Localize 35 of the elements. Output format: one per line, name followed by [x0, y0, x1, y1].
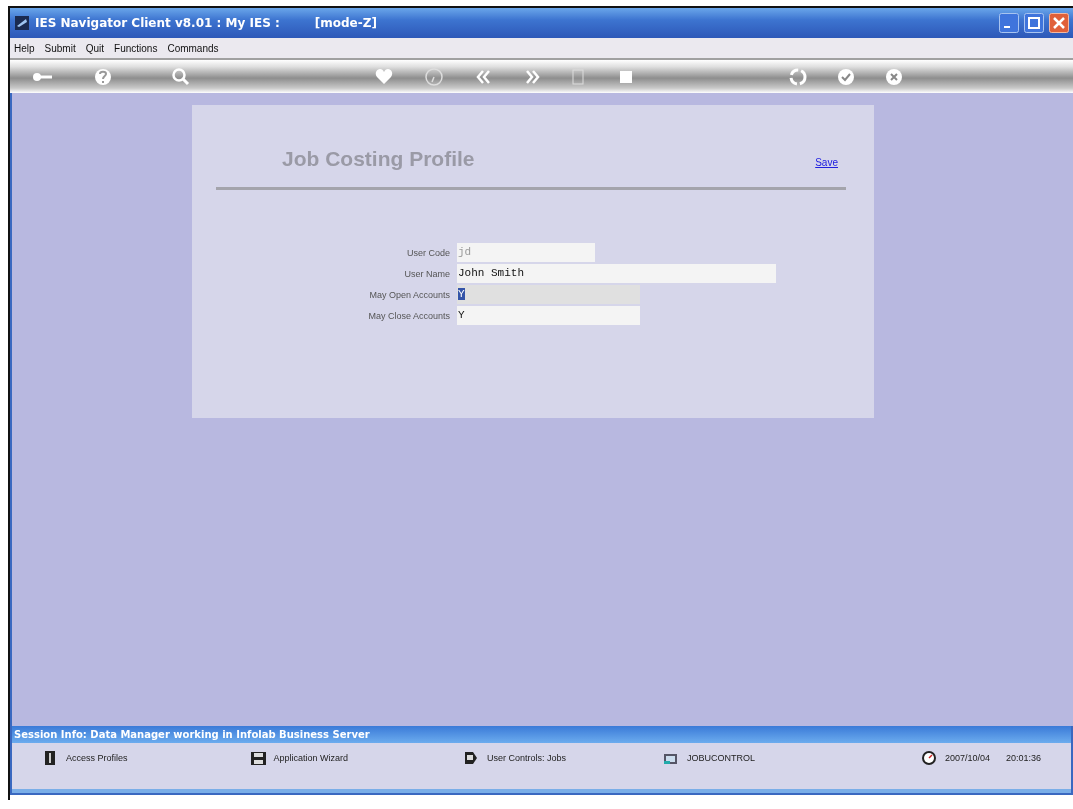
field-label: User Code — [405, 247, 451, 258]
status-time: 20:01:36 — [1005, 753, 1041, 763]
input-field[interactable]: Y — [457, 285, 640, 304]
status-item[interactable]: Access Profiles — [66, 753, 128, 763]
status-item[interactable]: User Controls: Jobs — [487, 753, 567, 763]
cancel-icon[interactable] — [884, 66, 904, 87]
status-date: 2007/10/04 — [944, 753, 990, 763]
window-title: IES Navigator Client v8.01 : My IES : — [35, 16, 280, 30]
input-field[interactable]: John Smith — [457, 264, 776, 283]
recycle-icon[interactable] — [788, 66, 808, 87]
field-label: May Close Accounts — [367, 310, 451, 321]
field-label: User Name — [403, 268, 451, 279]
book-icon[interactable] — [42, 750, 58, 766]
session-info: Session Info: Data Manager working in Infolab Business Server — [12, 726, 1071, 743]
minimize-icon[interactable] — [999, 13, 1019, 33]
menu-item[interactable]: Help — [14, 42, 35, 54]
clock-icon — [920, 750, 937, 766]
field-label: May Open Accounts — [368, 289, 451, 300]
save-link[interactable]: Save — [815, 157, 838, 168]
check-icon[interactable] — [836, 66, 856, 87]
clock-icon[interactable] — [424, 66, 444, 87]
maximize-icon[interactable] — [1024, 13, 1044, 33]
menu-item[interactable]: Commands — [167, 42, 219, 54]
menu-item[interactable]: Submit — [44, 42, 76, 54]
close-icon[interactable] — [1049, 13, 1069, 33]
status-item[interactable]: Application Wizard — [273, 753, 349, 763]
mode-label: [mode-Z] — [314, 16, 377, 30]
search-icon[interactable] — [170, 66, 190, 87]
help-icon[interactable] — [92, 66, 112, 87]
form-title: Job Costing Profile — [282, 147, 476, 171]
menu-item[interactable]: Functions — [114, 42, 158, 54]
menu-item[interactable]: Quit — [85, 42, 105, 54]
heart-icon[interactable] — [374, 66, 394, 87]
input-field[interactable]: Y — [457, 306, 640, 325]
status-item[interactable]: JOBUCONTROL — [687, 753, 756, 763]
